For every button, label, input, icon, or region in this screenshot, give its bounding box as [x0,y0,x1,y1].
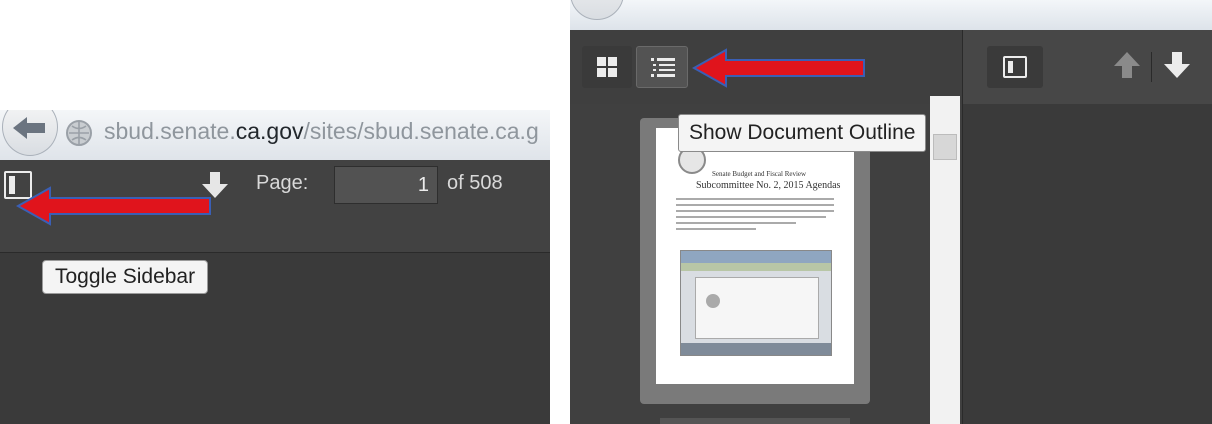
url-subdomain: sbud.senate. [104,118,236,144]
doc-text-line [676,210,834,212]
red-arrow-annotation [15,186,211,226]
doc-header-large: Subcommittee No. 2, 2015 Agendas [696,180,841,191]
doc-embedded-screenshot [680,250,832,356]
show-outline-button[interactable] [636,46,688,88]
sidebar-toggle-icon [1003,56,1027,78]
document-view-area [962,104,1212,424]
left-screenshot-panel: sbud.senate.ca.gov/sites/sbud.senate.ca.… [0,110,550,424]
show-document-outline-tooltip: Show Document Outline [678,114,927,152]
document-outline-icon [651,58,675,77]
doc-text-line [676,204,834,206]
back-arrow-icon [13,117,45,139]
address-bar[interactable]: sbud.senate.ca.gov/sites/sbud.senate.ca.… [0,110,550,161]
doc-text-line [676,222,796,224]
doc-text-line [676,228,756,230]
toolbar-separator [1151,52,1152,82]
address-bar [570,0,1212,31]
toggle-sidebar-tooltip: Toggle Sidebar [42,260,209,294]
page-number-input[interactable]: 1 [334,166,438,204]
doc-header-small: Senate Budget and Fiscal Review [712,170,807,178]
url-path: /sites/sbud.senate.ca.g [303,118,539,144]
doc-text-line [676,198,834,200]
url-domain: ca.gov [235,118,304,144]
right-screenshot-panel: Senate Budget and Fiscal Review Subcommi… [570,0,1212,424]
back-button[interactable] [570,0,624,20]
globe-icon [66,120,92,146]
thumbnails-grid-icon [597,57,617,77]
up-arrow-icon[interactable] [1113,50,1141,80]
page-total: of 508 [447,172,503,194]
show-thumbnails-button[interactable] [582,46,632,88]
page-label: Page: [256,172,309,194]
main-toolbar [962,30,1212,104]
next-page-thumbnail[interactable] [660,418,850,424]
page-thumbnail[interactable]: Senate Budget and Fiscal Review Subcommi… [656,128,854,384]
doc-text-line [676,216,826,218]
down-arrow-icon[interactable] [1163,50,1191,80]
url-text[interactable]: sbud.senate.ca.gov/sites/sbud.senate.ca.… [104,112,539,150]
back-button[interactable] [2,110,58,156]
sidebar-toggle-button[interactable] [987,46,1043,88]
scrollbar-thumb[interactable] [933,134,957,160]
red-arrow-annotation [691,48,865,88]
